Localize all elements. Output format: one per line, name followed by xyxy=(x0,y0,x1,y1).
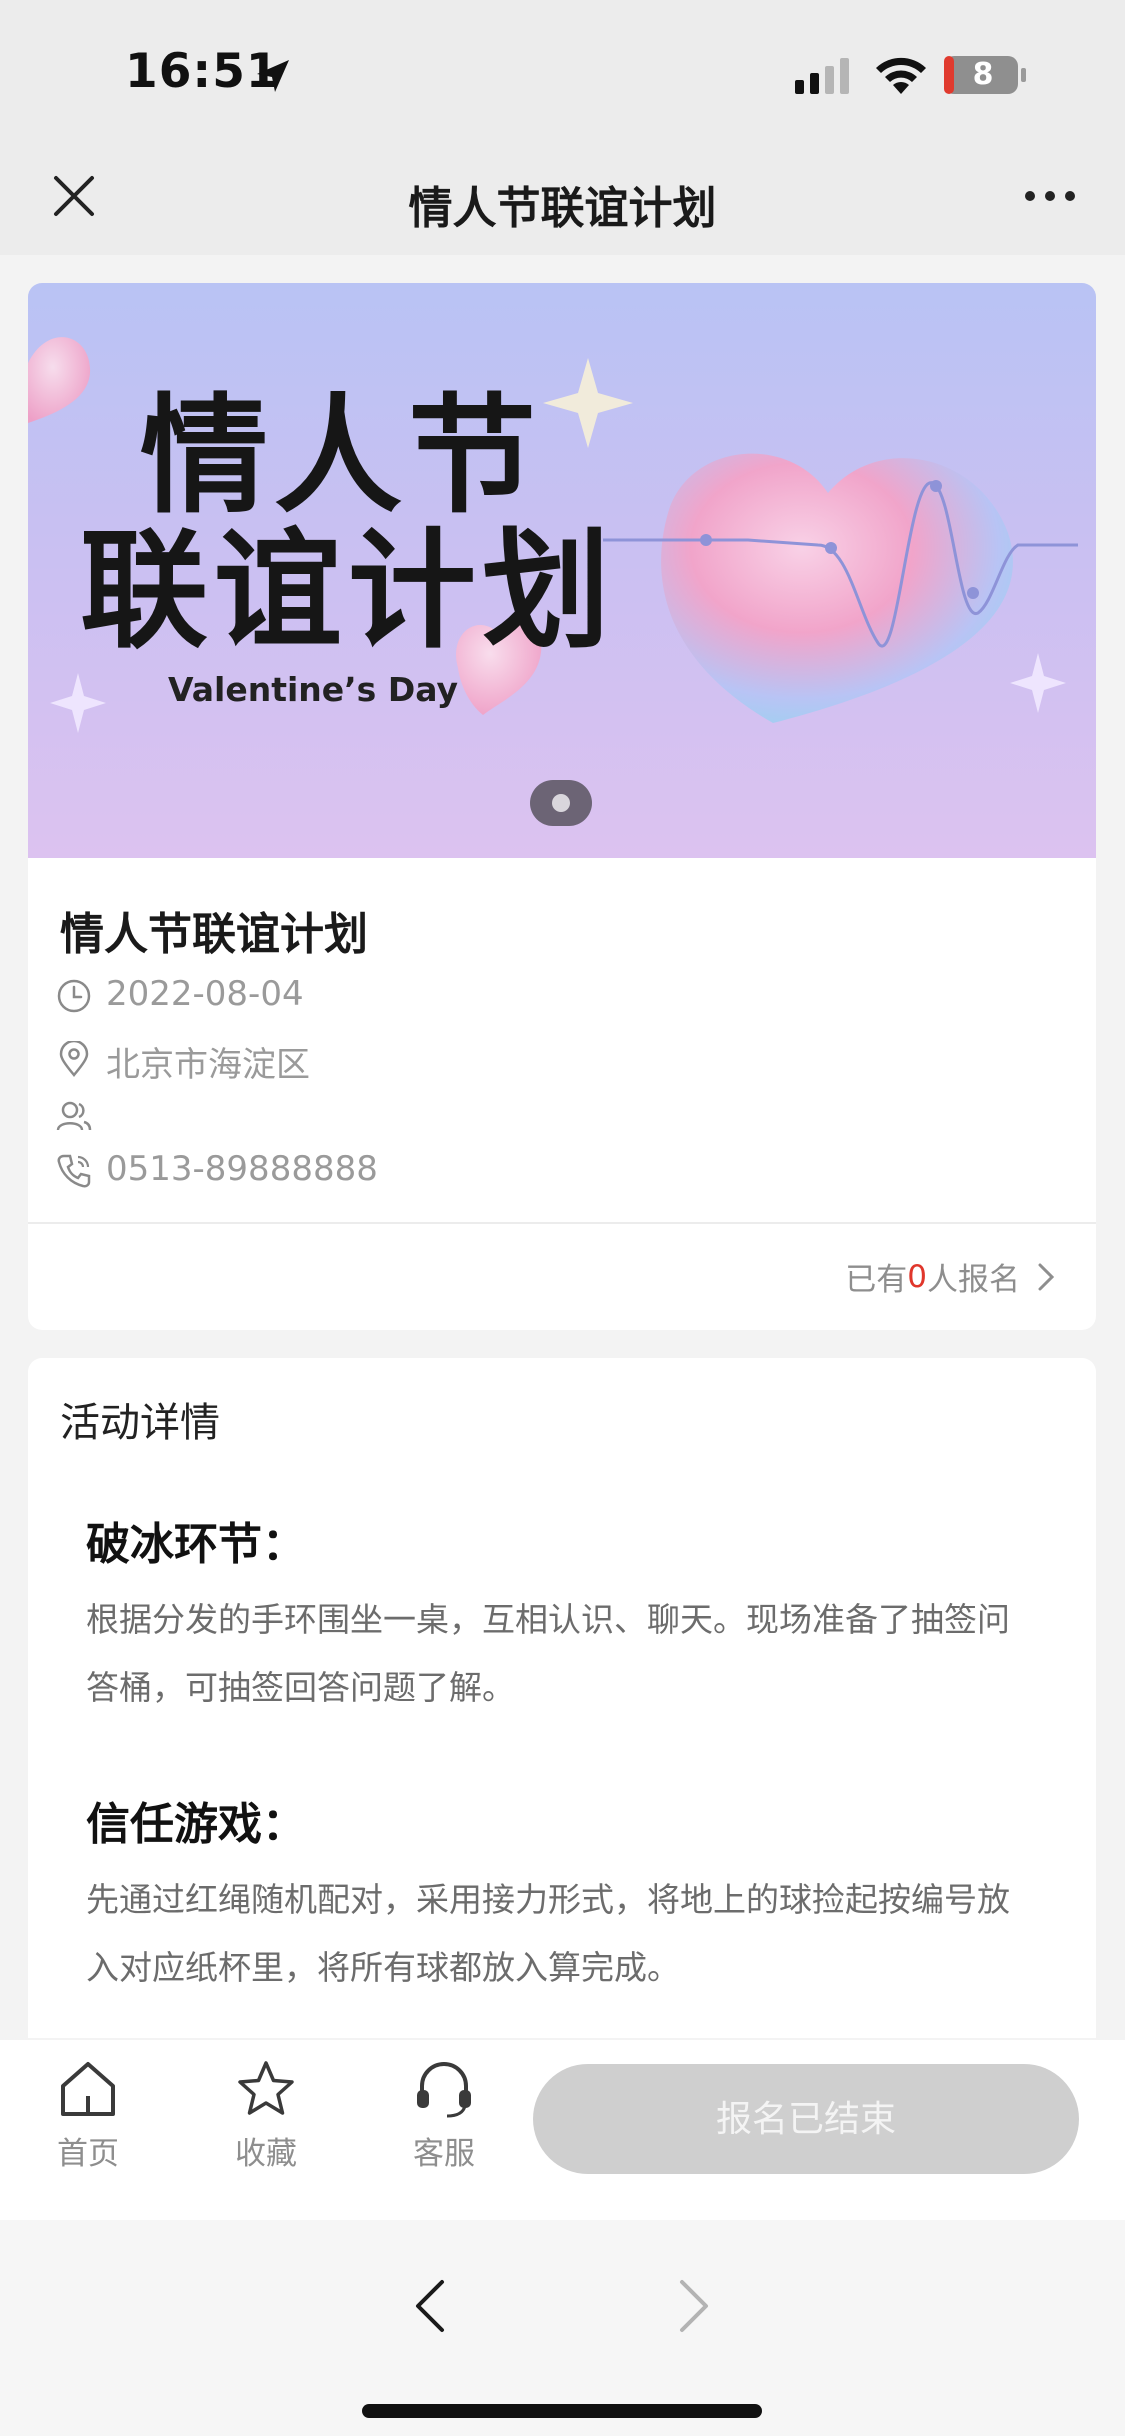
battery-level: 8 xyxy=(972,57,994,92)
browser-toolbar xyxy=(0,2220,1125,2436)
event-details-card: 活动详情 破冰环节： 根据分发的手环围坐一桌，互相认识、聊天。现场准备了抽签问 … xyxy=(28,1358,1096,2038)
signup-count: 0 xyxy=(907,1258,927,1295)
section-title: 破冰环节： xyxy=(86,1519,306,1570)
cellular-signal-icon xyxy=(795,58,849,94)
star-icon xyxy=(238,2061,294,2115)
event-info-card: 情人节联谊计划 2022-08-04 北京市海淀区 0513-89888888 xyxy=(28,858,1096,1330)
more-icon[interactable] xyxy=(1022,186,1078,206)
signup-suffix: 人报名 xyxy=(927,1262,1020,1298)
section-body-line: 入对应纸杯里，将所有球都放入算完成。 xyxy=(86,1948,680,1987)
status-bar: 16:51 8 xyxy=(0,0,1125,150)
chevron-right-icon xyxy=(1038,1263,1055,1290)
signup-count-link[interactable]: 已有 0 人报名 xyxy=(845,1254,1056,1299)
event-title: 情人节联谊计划 xyxy=(60,909,368,960)
details-heading: 活动详情 xyxy=(60,1400,220,1446)
forward-arrow-icon[interactable] xyxy=(676,2278,712,2334)
map-pin-icon xyxy=(59,1041,89,1077)
banner-subtitle: Valentine’s Day xyxy=(168,670,458,709)
nav-bar: 情人节联谊计划 xyxy=(0,150,1125,255)
section-body-line: 先通过红绳随机配对，采用接力形式，将地上的球捡起按编号放 xyxy=(86,1880,1010,1919)
event-phone: 0513-89888888 xyxy=(106,1149,378,1189)
carousel-indicator[interactable] xyxy=(530,780,592,826)
banner-title-line-2: 联谊计划 xyxy=(80,517,617,666)
home-indicator[interactable] xyxy=(362,2404,762,2418)
tab-favorite[interactable]: 收藏 xyxy=(206,2058,326,2198)
divider xyxy=(28,1222,1096,1224)
tab-customer-service[interactable]: 客服 xyxy=(384,2058,504,2198)
section-body-line: 答桶，可抽签回答问题了解。 xyxy=(86,1668,515,1707)
back-arrow-icon[interactable] xyxy=(412,2278,448,2334)
location-arrow-icon xyxy=(257,60,289,92)
headset-icon xyxy=(417,2062,471,2118)
event-phone-row[interactable]: 0513-89888888 xyxy=(56,1145,1056,1195)
section-body-line: 根据分发的手环围坐一桌，互相认识、聊天。现场准备了抽签问 xyxy=(86,1600,1010,1639)
tab-label: 首页 xyxy=(57,2136,119,2172)
home-icon xyxy=(61,2062,115,2116)
tab-label: 客服 xyxy=(413,2136,475,2172)
event-location-row[interactable]: 北京市海淀区 xyxy=(56,1033,1056,1085)
section-title: 信任游戏： xyxy=(86,1799,306,1850)
phone-icon xyxy=(57,1154,91,1188)
event-date: 2022-08-04 xyxy=(106,974,304,1014)
tab-home[interactable]: 首页 xyxy=(28,2058,148,2198)
page-title: 情人节联谊计划 xyxy=(408,183,717,234)
event-banner[interactable]: 情人节 联谊计划 Valentine’s Day xyxy=(28,283,1096,858)
banner-title-line-1: 情人节 xyxy=(140,382,543,531)
people-icon xyxy=(56,1101,92,1131)
event-date-row: 2022-08-04 xyxy=(56,970,1056,1020)
wifi-icon xyxy=(876,57,926,94)
register-button[interactable]: 报名已结束 xyxy=(533,2064,1079,2174)
event-participants-row xyxy=(56,1090,1056,1140)
clock-icon xyxy=(57,979,91,1013)
event-location: 北京市海淀区 xyxy=(106,1045,310,1085)
signup-prefix: 已有 xyxy=(845,1262,908,1298)
tab-label: 收藏 xyxy=(235,2136,297,2172)
bottom-action-bar: 首页 收藏 客服 报名已结束 xyxy=(0,2040,1125,2220)
